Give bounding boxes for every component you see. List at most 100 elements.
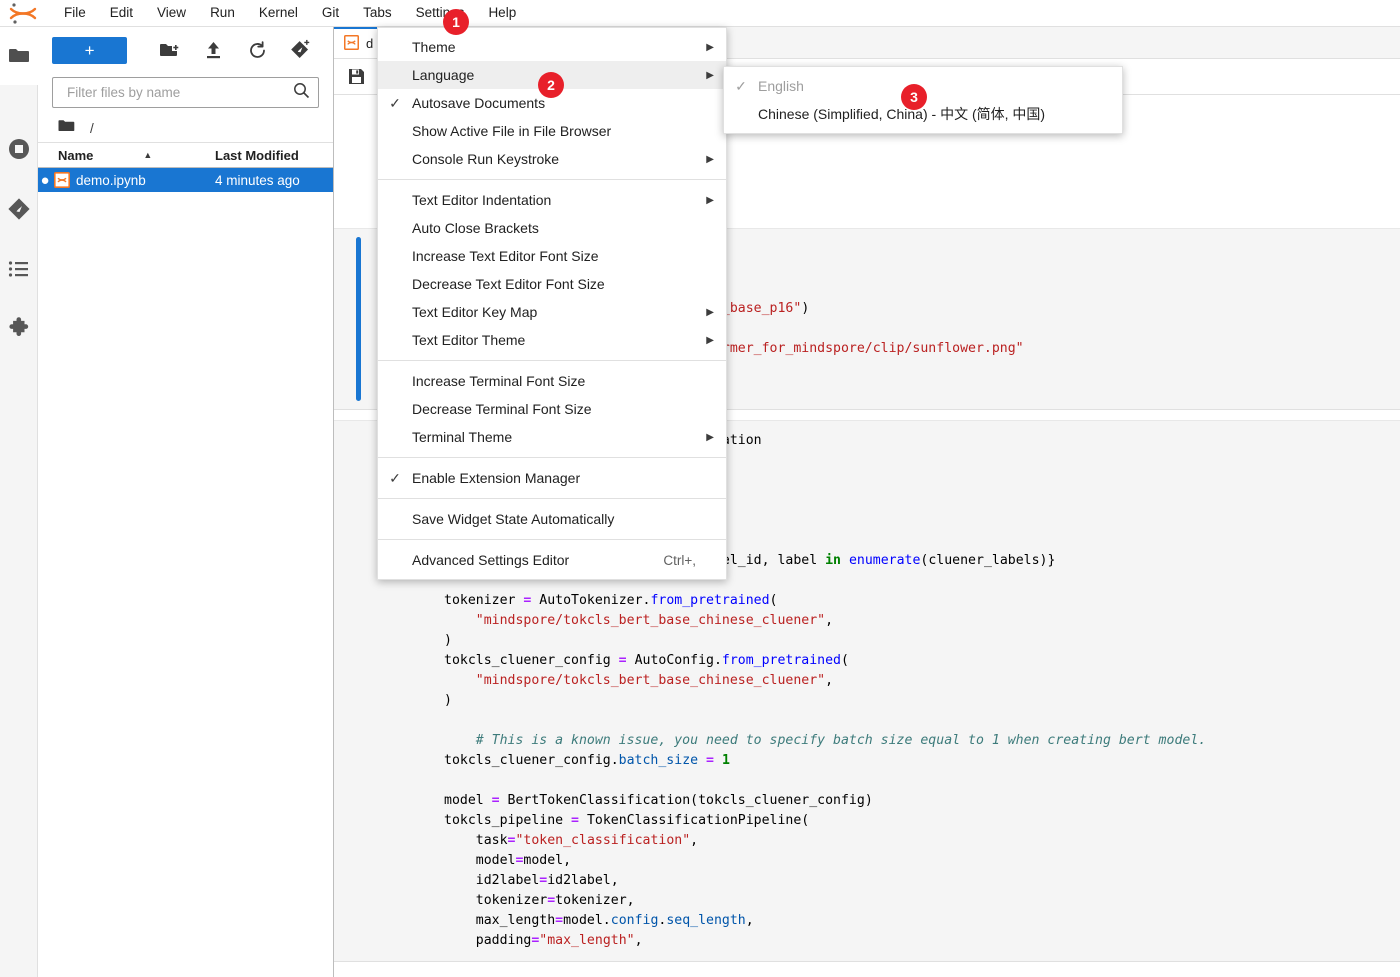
new-git-repo-button[interactable] xyxy=(279,35,323,65)
menu-item-label: Text Editor Indentation xyxy=(412,192,552,208)
code-token: = xyxy=(491,793,500,808)
new-folder-button[interactable] xyxy=(147,35,191,65)
refresh-icon xyxy=(249,40,265,58)
menu-item-label: Decrease Terminal Font Size xyxy=(412,401,592,417)
settings-menu-item-theme[interactable]: Theme ▶ xyxy=(378,33,726,61)
settings-menu-item-text-editor-indentation[interactable]: Text Editor Indentation ▶ xyxy=(378,186,726,214)
menu-edit[interactable]: Edit xyxy=(100,0,143,26)
menu-tabs[interactable]: Tabs xyxy=(353,0,402,26)
settings-menu-item-increase-terminal-font-size[interactable]: Increase Terminal Font Size xyxy=(378,367,726,395)
settings-menu-item-console-run-keystroke[interactable]: Console Run Keystroke ▶ xyxy=(378,145,726,173)
menu-item-label: Auto Close Brackets xyxy=(412,220,539,236)
menu-file[interactable]: File xyxy=(54,0,96,26)
settings-menu-item-save-widget-state-automatically[interactable]: Save Widget State Automatically xyxy=(378,505,726,533)
new-folder-icon xyxy=(159,43,179,56)
menu-separator xyxy=(378,498,726,499)
step-badge-1: 1 xyxy=(443,9,469,35)
code-token: tokcls_cluener_config. xyxy=(444,753,619,768)
menu-item-label: Save Widget State Automatically xyxy=(412,511,615,527)
code-token: ( xyxy=(841,653,849,668)
table-of-contents-icon xyxy=(8,261,28,277)
settings-menu-item-advanced-settings-editor[interactable]: Advanced Settings Editor Ctrl+, xyxy=(378,546,726,574)
home-folder-icon xyxy=(58,119,75,136)
menu-separator xyxy=(378,360,726,361)
code-token: ) xyxy=(444,693,452,708)
settings-menu-item-terminal-theme[interactable]: Terminal Theme ▶ xyxy=(378,423,726,451)
file-name: demo.ipynb xyxy=(76,172,146,188)
file-filter-box[interactable] xyxy=(52,77,319,108)
file-last-modified: 4 minutes ago xyxy=(215,172,300,188)
refresh-button[interactable] xyxy=(235,35,279,65)
column-header-name-label: Name xyxy=(58,147,94,163)
chevron-right-icon: ▶ xyxy=(706,334,714,346)
menu-bar: File Edit View Run Kernel Git Tabs Setti… xyxy=(0,0,1400,27)
breadcrumb-root[interactable]: / xyxy=(90,121,94,136)
settings-menu-item-decrease-terminal-font-size[interactable]: Decrease Terminal Font Size xyxy=(378,395,726,423)
menu-git[interactable]: Git xyxy=(312,0,349,26)
code-token: ( xyxy=(769,593,778,608)
settings-menu-item-show-active-file-in-file-browser[interactable]: Show Active File in File Browser xyxy=(378,117,726,145)
menu-item-label: Text Editor Theme xyxy=(412,332,526,348)
code-token: "max_length" xyxy=(539,933,635,948)
column-header-last-modified[interactable]: Last Modified xyxy=(215,148,333,163)
chevron-right-icon: ▶ xyxy=(706,153,714,165)
code-token: config xyxy=(610,913,659,928)
menu-item-label: Console Run Keystroke xyxy=(412,151,560,167)
menu-item-label: Terminal Theme xyxy=(412,429,513,445)
settings-menu-dropdown: Theme ▶ Language ▶ ✓ Autosave Documents Show A… xyxy=(377,27,727,580)
save-button[interactable] xyxy=(348,68,365,85)
code-token: enumerate xyxy=(848,553,921,568)
activitybar-item-file-browser[interactable] xyxy=(0,27,38,85)
language-option-label: Chinese (Simplified, China) - 中文 (简体, 中国… xyxy=(758,106,1046,122)
activitybar-item-table-of-contents[interactable] xyxy=(0,239,38,299)
settings-menu-item-decrease-text-editor-font-size[interactable]: Decrease Text Editor Font Size xyxy=(378,270,726,298)
code-token: "mindspore/tokcls_bert_base_chinese_clue… xyxy=(444,673,826,688)
sort-ascending-icon: ▲ xyxy=(143,150,153,160)
code-token: task xyxy=(444,833,508,848)
activitybar-item-running-kernels[interactable] xyxy=(0,119,38,179)
code-token: = xyxy=(547,893,556,908)
menu-kernel[interactable]: Kernel xyxy=(249,0,308,26)
tab-label: d xyxy=(366,36,374,51)
code-token: ) xyxy=(444,633,452,648)
settings-menu-item-increase-text-editor-font-size[interactable]: Increase Text Editor Font Size xyxy=(378,242,726,270)
menu-item-label: Enable Extension Manager xyxy=(412,470,581,486)
code-token: in xyxy=(825,553,841,568)
activitybar-item-git[interactable] xyxy=(0,179,38,239)
menu-help[interactable]: Help xyxy=(478,0,526,26)
column-header-name[interactable]: Name ▲ xyxy=(38,148,215,163)
menu-item-label: Show Active File in File Browser xyxy=(412,123,612,139)
search-icon xyxy=(293,82,310,104)
new-launcher-button[interactable]: + xyxy=(52,36,128,64)
step-badge-2: 2 xyxy=(538,72,564,98)
menu-separator xyxy=(378,457,726,458)
settings-menu-item-enable-extension-manager[interactable]: ✓ Enable Extension Manager xyxy=(378,464,726,492)
menu-separator xyxy=(378,179,726,180)
upload-button[interactable] xyxy=(191,35,235,65)
code-token: tokenizer, xyxy=(555,893,635,908)
code-token: TokenClassificationPipeline( xyxy=(579,813,810,828)
settings-menu-item-auto-close-brackets[interactable]: Auto Close Brackets xyxy=(378,214,726,242)
file-list-item-demo-ipynb[interactable]: ● demo.ipynb 4 minutes ago xyxy=(38,168,333,192)
menu-item-label: Advanced Settings Editor xyxy=(412,552,570,568)
breadcrumb[interactable]: / xyxy=(38,114,333,142)
checkmark-icon: ✓ xyxy=(735,77,747,94)
code-token: padding xyxy=(444,933,532,948)
code-token: tokcls_pipeline xyxy=(444,813,572,828)
activitybar-item-extension-manager[interactable] xyxy=(0,299,38,359)
search-input[interactable] xyxy=(65,84,293,101)
settings-menu-item-text-editor-key-map[interactable]: Text Editor Key Map ▶ xyxy=(378,298,726,326)
code-token: tokcls_cluener_config xyxy=(444,653,619,668)
code-token: tokenizer xyxy=(444,593,524,608)
code-token: (cluener_labels)} xyxy=(920,553,1056,568)
menu-run[interactable]: Run xyxy=(200,0,245,26)
menu-item-label: Increase Text Editor Font Size xyxy=(412,248,599,264)
code-token: seq_length xyxy=(666,913,746,928)
menu-view[interactable]: View xyxy=(147,0,196,26)
code-token: batch_size xyxy=(618,753,699,768)
code-token: model. xyxy=(563,913,611,928)
menu-item-label: Decrease Text Editor Font Size xyxy=(412,276,605,292)
settings-menu-item-text-editor-theme[interactable]: Text Editor Theme ▶ xyxy=(378,326,726,354)
